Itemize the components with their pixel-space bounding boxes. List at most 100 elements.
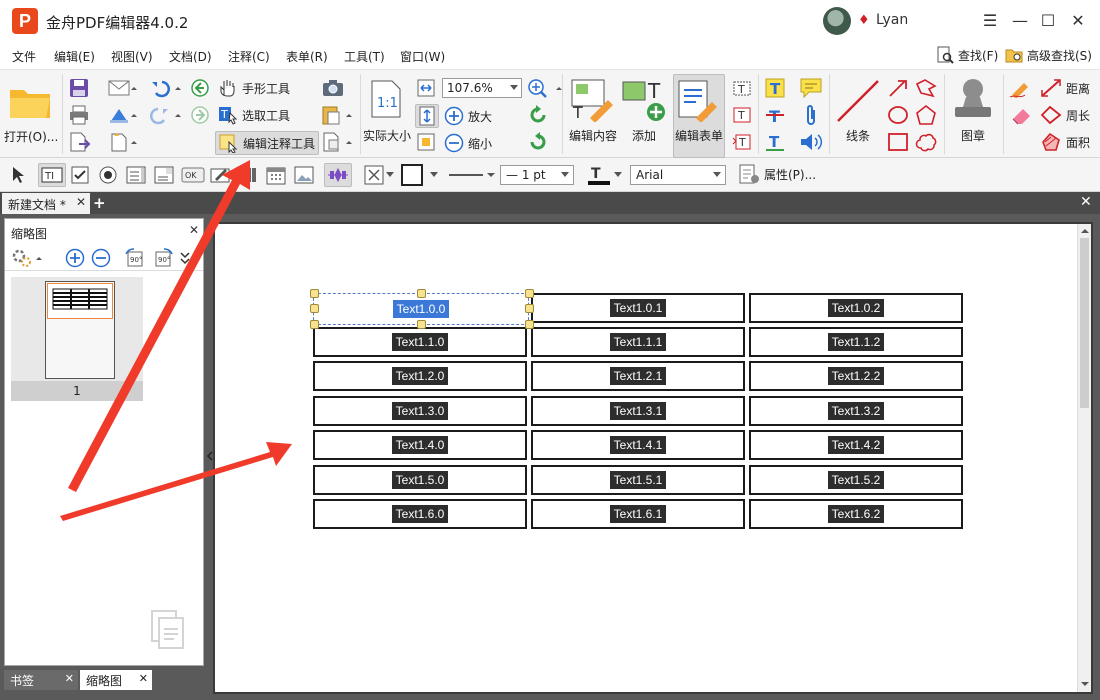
form-field[interactable]: Text1.3.0 — [313, 396, 527, 426]
lines-label[interactable]: 线条 — [846, 127, 870, 144]
distribute-tool-icon[interactable] — [324, 163, 352, 187]
border-color-button[interactable] — [400, 163, 424, 187]
attachment-icon[interactable] — [800, 104, 822, 126]
menu-window[interactable]: 窗口(W) — [400, 48, 445, 65]
maximize-button[interactable]: ☐ — [1036, 8, 1060, 32]
menu-tools[interactable]: 工具(T) — [344, 48, 385, 65]
edit-form-label[interactable]: 编辑表单 — [675, 127, 723, 144]
thumbnail-visible-area[interactable] — [47, 283, 113, 319]
export-icon[interactable] — [67, 131, 95, 153]
combobox-tool-icon[interactable] — [152, 163, 176, 187]
form-field[interactable]: Text1.0.1 — [531, 293, 745, 323]
user-avatar[interactable] — [823, 7, 851, 35]
pdf-page[interactable]: Text1.0.0 Text1.0.1 Text1.0.2 Text1.1.0 … — [215, 224, 1077, 692]
close-document-icon[interactable]: ✕ — [1080, 194, 1092, 210]
reduce-thumbnail-icon[interactable] — [89, 247, 113, 269]
signature-tool-icon[interactable] — [208, 163, 232, 187]
form-field[interactable]: Text1.5.0 — [313, 465, 527, 495]
form-field[interactable]: Text1.1.1 — [531, 327, 745, 357]
new-document-icon[interactable] — [106, 131, 140, 153]
text-box-icon[interactable]: T — [731, 104, 753, 126]
strikeout-icon[interactable]: T — [764, 104, 786, 126]
actual-size-button[interactable]: 1:1 — [368, 77, 404, 121]
stamp-button[interactable] — [950, 76, 996, 124]
date-tool-icon[interactable] — [264, 163, 288, 187]
text-format-icon[interactable]: T — [731, 131, 753, 153]
barcode-tool-icon[interactable] — [236, 163, 260, 187]
form-field[interactable]: Text1.4.2 — [749, 430, 963, 460]
select-tool-button[interactable]: T 选取工具 — [218, 105, 290, 125]
menu-view[interactable]: 视图(V) — [111, 48, 153, 65]
new-tab-icon[interactable]: + — [93, 194, 106, 212]
panel-close-icon[interactable]: ✕ — [189, 223, 199, 237]
underline-icon[interactable]: T — [764, 131, 786, 153]
close-tab-icon[interactable]: ✕ — [76, 195, 86, 209]
more-options-icon[interactable] — [177, 247, 193, 269]
eraser-icon[interactable] — [1008, 104, 1034, 126]
advanced-find-button[interactable]: 高级查找(S) — [1005, 46, 1092, 64]
menu-document[interactable]: 文档(D) — [169, 48, 212, 65]
enlarge-thumbnail-icon[interactable] — [63, 247, 87, 269]
resize-handle[interactable] — [310, 304, 319, 313]
distance-button[interactable]: 距离 — [1040, 78, 1090, 98]
text-color-dropdown-icon[interactable] — [612, 163, 624, 187]
form-field[interactable]: Text1.1.2 — [749, 327, 963, 357]
resize-handle[interactable] — [525, 289, 534, 298]
open-label[interactable]: 打开(O)... — [4, 128, 58, 145]
button-tool-icon[interactable]: OK — [180, 163, 206, 187]
close-button[interactable]: ✕ — [1066, 8, 1090, 32]
text-field-tool-icon[interactable]: TI — [38, 163, 66, 187]
form-field[interactable]: Text1.2.1 — [531, 361, 745, 391]
add-label[interactable]: 添加 — [632, 127, 656, 144]
close-bookmarks-icon[interactable]: ✕ — [65, 672, 74, 685]
text-field-icon[interactable]: T — [731, 77, 753, 99]
listbox-tool-icon[interactable] — [124, 163, 148, 187]
document-view[interactable]: Text1.0.0 Text1.0.1 Text1.0.2 Text1.1.0 … — [213, 222, 1093, 694]
line-style-select[interactable] — [446, 163, 496, 187]
fill-color-button[interactable] — [362, 163, 386, 187]
ellipse-tool-icon[interactable] — [886, 104, 910, 126]
hand-tool-button[interactable]: 手形工具 — [218, 78, 290, 98]
pencil-icon[interactable] — [1008, 77, 1034, 99]
menu-icon[interactable]: ☰ — [978, 8, 1002, 32]
cloud-upload-icon[interactable] — [106, 104, 140, 126]
redo-icon[interactable] — [147, 104, 183, 126]
properties-button[interactable]: 属性(P)... — [738, 164, 816, 184]
add-button[interactable]: T — [622, 76, 668, 124]
forward-icon[interactable] — [188, 104, 212, 126]
undo-icon[interactable] — [147, 77, 183, 99]
polygon-tool-icon[interactable] — [914, 104, 938, 126]
form-field[interactable]: Text1.1.0 — [313, 327, 527, 357]
fit-visible-icon[interactable] — [415, 131, 437, 153]
form-field[interactable]: Text1.6.0 — [313, 499, 527, 529]
menu-file[interactable]: 文件 — [12, 48, 36, 65]
panel-options-icon[interactable] — [10, 247, 46, 269]
checkbox-tool-icon[interactable] — [68, 163, 92, 187]
page-thumbnail[interactable]: 1 — [11, 277, 143, 401]
form-field[interactable]: Text1.0.2 — [749, 293, 963, 323]
paste-icon[interactable] — [320, 104, 354, 126]
scrollbar-thumb[interactable] — [1080, 238, 1089, 408]
resize-handle[interactable] — [310, 289, 319, 298]
fit-width-icon[interactable] — [415, 77, 437, 99]
form-field[interactable]: Text1.6.1 — [531, 499, 745, 529]
resize-handle[interactable] — [310, 320, 319, 329]
area-button[interactable]: 面积 — [1040, 132, 1090, 152]
zoom-out-button[interactable]: 缩小 — [444, 133, 492, 153]
page-tools-icon[interactable] — [320, 131, 354, 153]
font-family-select[interactable]: Arial — [630, 165, 726, 185]
rotate-page-left-icon[interactable]: 90° — [123, 247, 147, 269]
print-icon[interactable] — [67, 104, 91, 126]
rotate-right-icon[interactable] — [526, 131, 550, 153]
minimize-button[interactable]: — — [1008, 8, 1032, 32]
magnifier-icon[interactable] — [526, 77, 564, 99]
edit-form-button[interactable] — [673, 74, 725, 158]
save-icon[interactable] — [67, 77, 91, 99]
document-tab[interactable]: 新建文档 * ✕ — [2, 193, 90, 214]
cloud-tool-icon[interactable] — [914, 131, 938, 153]
form-field[interactable]: Text1.5.1 — [531, 465, 745, 495]
edit-content-button[interactable]: T — [568, 76, 618, 124]
find-button[interactable]: 查找(F) — [936, 46, 998, 64]
form-field[interactable]: Text1.4.1 — [531, 430, 745, 460]
form-field[interactable]: Text1.6.2 — [749, 499, 963, 529]
